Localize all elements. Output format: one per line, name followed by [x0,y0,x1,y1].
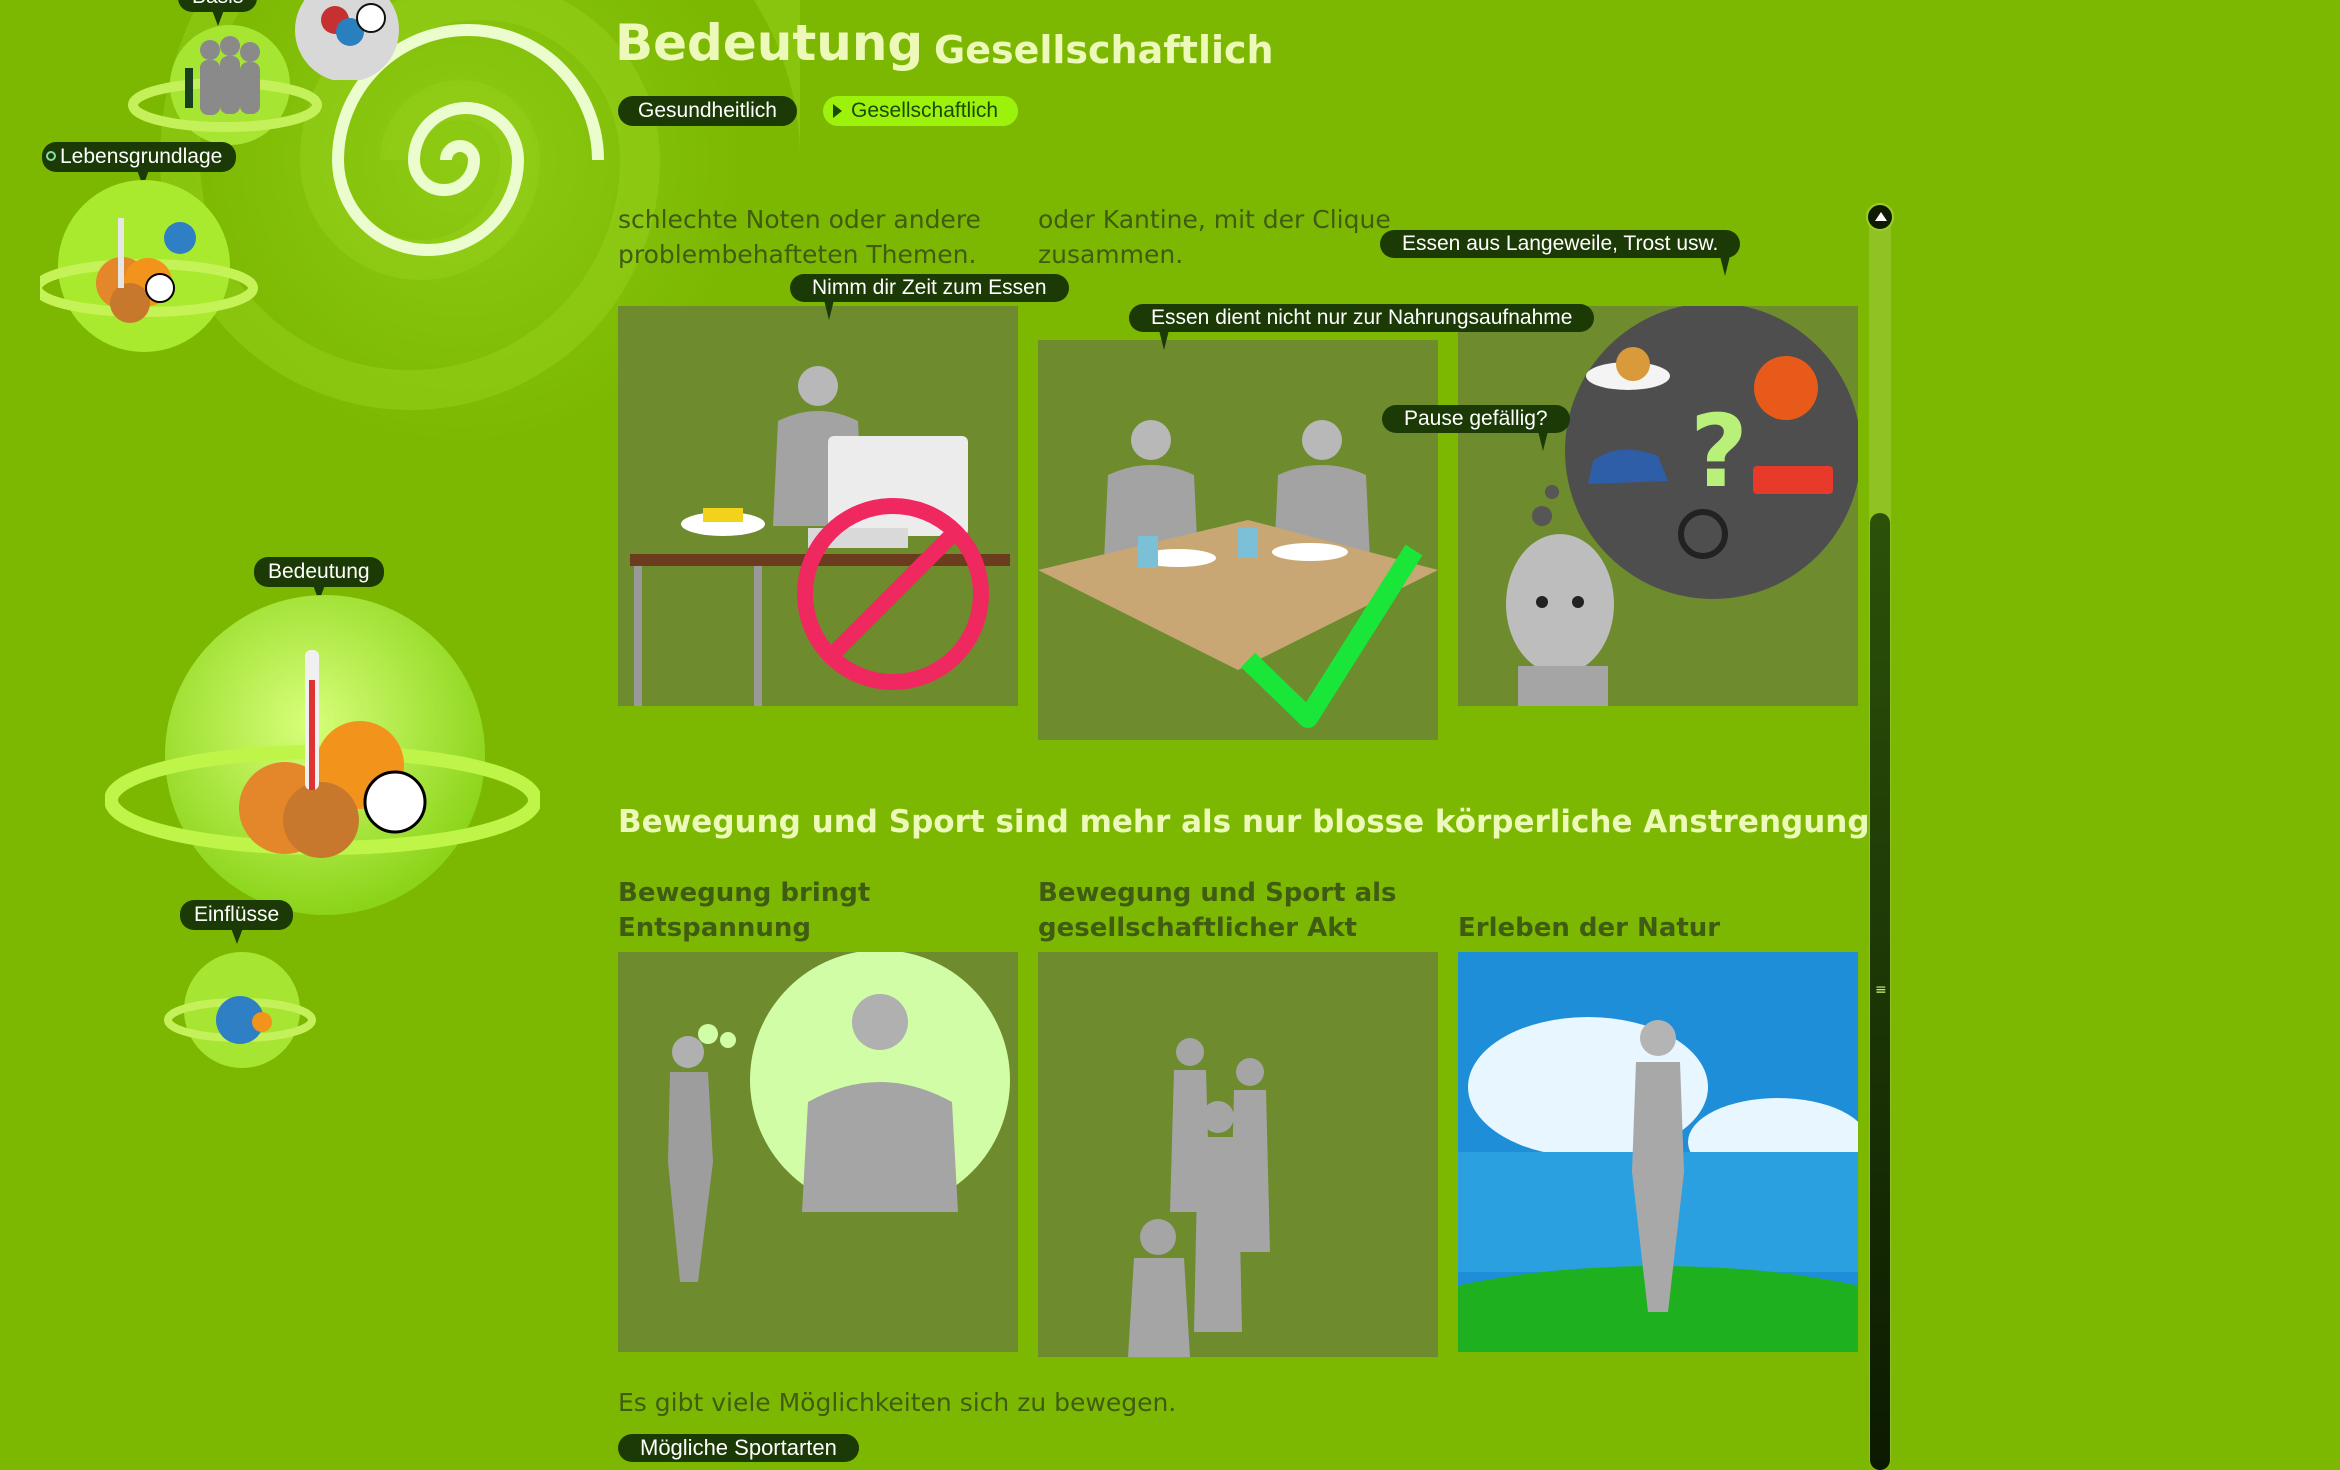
intro-text-col1: schlechte Noten oder andere problembehaf… [618,205,981,269]
sportarten-button[interactable]: Mögliche Sportarten [618,1434,859,1462]
scroll-grip-icon: ≡ [1875,982,1887,998]
planet-icon [40,180,258,352]
image-sport-entspannung [618,952,1018,1352]
tab-gesellschaftlich[interactable]: Gesellschaftlich [823,96,1019,126]
speech-pause: Pause gefällig? [1382,405,1570,451]
speech-essen-zeit: Nimm dir Zeit zum Essen [790,274,1069,320]
nav-label-einfluesse: Einflüsse [180,900,294,944]
image-sport-natur [1458,952,1858,1352]
sport-ball-icon [295,0,399,80]
planet-icon [105,595,540,915]
speech-langeweile: Essen aus Langeweile, Trost usw. [1380,230,1741,276]
page-title: Bedeutung [615,14,924,72]
section-heading-sport: Bewegung und Sport sind mehr als nur blo… [618,804,1870,840]
nav-label-lebensgrundlage: Lebensgrundlage [42,142,237,186]
sport-footer-text: Es gibt viele Möglichkeiten sich zu bewe… [618,1388,1177,1417]
image-eating-together [1038,340,1438,740]
sport-title-entspannung: Bewegung bringt Entspannung [618,878,871,943]
nav-label-bedeutung: Bedeutung [254,557,384,601]
sport-title-natur: Erleben der Natur [1458,913,1721,943]
scrollbar[interactable]: ≡ [1866,203,1894,1470]
image-eating-computer [618,306,1018,706]
question-mark-icon: ? [1690,393,1748,510]
intro-text-col2: oder Kantine, mit der Clique zusammen. [1038,205,1391,269]
scroll-up-icon[interactable] [1866,203,1894,231]
planet-icon [164,952,316,1068]
sport-title-gesellschaft: Bewegung und Sport als gesellschaftliche… [1038,878,1397,943]
arrow-right-icon [833,104,842,118]
speech-essen-nahrung: Essen dient nicht nur zur Nahrungsaufnah… [1129,304,1595,350]
image-eating-boredom: ? [1458,306,1858,706]
tab-gesundheitlich[interactable]: Gesundheitlich [618,96,797,126]
page-subtitle: Gesellschaftlich [934,28,1274,72]
image-sport-gruppe [1038,952,1438,1357]
